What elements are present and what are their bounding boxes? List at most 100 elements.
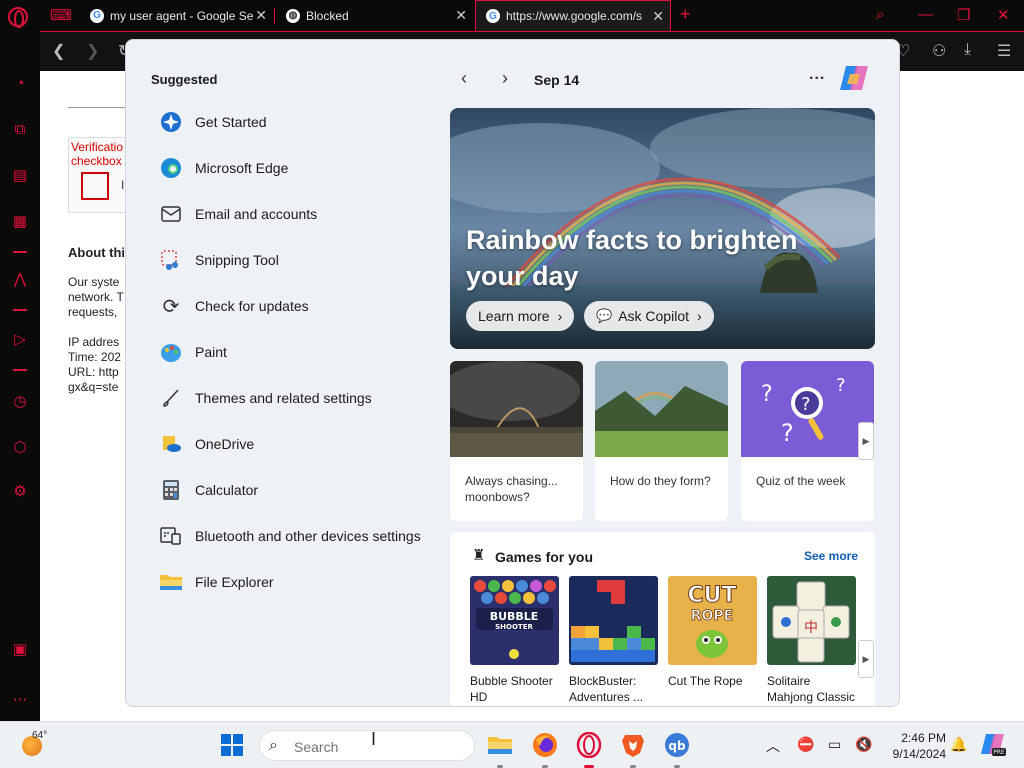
game-tile-bubble-shooter[interactable]: BUBBLE SHOOTER Bubble Shooter HD (470, 576, 559, 705)
suggested-item-themes[interactable]: Themes and related settings (159, 383, 439, 413)
game-tile-blockbuster[interactable]: BlockBuster: Adventures ... (569, 576, 658, 705)
ask-copilot-button[interactable]: 💬 Ask Copilot › (584, 301, 714, 331)
brave-taskbar-icon[interactable] (620, 732, 646, 758)
mail-icon (159, 202, 183, 226)
game-tile-mahjong[interactable]: 中 Solitaire Mahjong Classic (767, 576, 856, 705)
forward-icon[interactable]: ❯ (86, 41, 99, 61)
taskbar-search[interactable]: ⌕ (259, 730, 475, 761)
minimize-icon[interactable]: — (918, 6, 933, 23)
previous-arrow-icon[interactable]: ‹ (461, 68, 467, 89)
back-icon[interactable]: ❮ (52, 41, 65, 61)
game-name: Bubble Shooter HD (470, 674, 553, 704)
search-input[interactable] (294, 738, 464, 756)
network-disconnected-icon[interactable]: ⛔ (797, 736, 814, 753)
tab-2[interactable]: ◍ Blocked ✕ (276, 0, 473, 31)
suggested-item-snipping-tool[interactable]: Snipping Tool (159, 245, 439, 275)
story-caption: Quiz of the week (756, 474, 846, 488)
captcha-label: Verificatio checkbox (71, 140, 124, 168)
menu-icon[interactable]: ☰ (997, 41, 1011, 61)
notification-bell-icon[interactable]: 🔔 (950, 736, 967, 753)
new-tab-button[interactable]: + (680, 4, 691, 25)
hero-story-card[interactable]: Rainbow facts to brighten your day Learn… (450, 108, 875, 349)
copilot-logo-icon[interactable] (838, 64, 870, 92)
system-clock[interactable]: 2:46 PM 9/14/2024 (880, 730, 946, 762)
tab-title: https://www.google.com/s (506, 9, 643, 23)
captcha-checkbox[interactable] (81, 172, 109, 200)
start-button[interactable] (221, 734, 243, 756)
opera-logo-icon[interactable] (8, 7, 28, 28)
speed-dial-icon[interactable]: ◔ (11, 75, 29, 93)
extensions-icon[interactable]: ⬡ (11, 439, 29, 457)
suggested-item-onedrive[interactable]: OneDrive (159, 429, 439, 459)
aria-icon[interactable]: ⋀ (11, 271, 29, 289)
search-tabs-icon[interactable]: ⌕ (876, 6, 884, 23)
firefox-taskbar-icon[interactable] (532, 732, 558, 758)
suggested-item-label: Calculator (195, 482, 259, 498)
brush-icon (159, 386, 183, 410)
next-arrow-icon[interactable]: › (502, 68, 508, 89)
search-flyout-panel: Suggested Get Started Microsoft Edge Ema… (125, 39, 900, 707)
file-explorer-taskbar-icon[interactable] (487, 732, 513, 758)
show-hidden-icons-chevron-icon[interactable]: ︿ (766, 736, 780, 756)
suggested-item-label: Email and accounts (195, 206, 318, 222)
chess-piece-icon: ♜ (472, 547, 486, 564)
story-card-quiz[interactable]: ? ? ? ? Quiz of the week (741, 361, 874, 521)
text-cursor-icon: I (371, 729, 377, 749)
device-icon[interactable]: ▭ (828, 736, 841, 753)
suggested-item-label: Microsoft Edge (195, 160, 289, 176)
gallery-icon[interactable]: ▣ (11, 641, 29, 659)
chevron-right-icon: › (557, 308, 563, 324)
scroll-right-arrow-icon[interactable]: ▶ (858, 422, 874, 460)
game-tile-cut-the-rope[interactable]: CUT ROPE Cut The Rope (668, 576, 757, 689)
account-icon[interactable]: ⚇ (932, 41, 946, 61)
quiz-image: ? ? ? ? (741, 361, 874, 457)
more-options-icon[interactable]: ... (809, 66, 825, 84)
see-more-link[interactable]: See more (804, 549, 858, 563)
onedrive-icon (159, 432, 183, 456)
weather-temperature[interactable]: 64° (32, 730, 47, 741)
opera-gx-taskbar-icon[interactable] (576, 731, 602, 759)
sidebar-divider (13, 251, 27, 253)
discord-icon[interactable]: ▦ (11, 213, 29, 231)
suggested-item-bluetooth[interactable]: Bluetooth and other devices settings (159, 521, 459, 551)
calculator-icon (159, 478, 183, 502)
close-tab-icon[interactable]: ✕ (255, 8, 267, 22)
about-line: network. T (68, 290, 124, 304)
clock-date: 9/14/2024 (892, 747, 946, 761)
suggested-item-edge[interactable]: Microsoft Edge (159, 153, 439, 183)
story-card-rainbow-form[interactable]: How do they form? (595, 361, 728, 521)
close-tab-icon[interactable]: ✕ (652, 9, 664, 23)
suggested-item-check-updates[interactable]: ⟳ Check for updates (159, 291, 439, 321)
tab-menu-icon[interactable]: ⌨ (50, 6, 72, 24)
volume-muted-icon[interactable]: 🔇 (855, 736, 872, 753)
suggested-item-get-started[interactable]: Get Started (159, 107, 439, 137)
sidebar-more-icon[interactable]: ⋯ (11, 691, 29, 709)
suggested-item-email[interactable]: Email and accounts (159, 199, 439, 229)
scroll-right-arrow-icon[interactable]: ▶ (858, 640, 874, 678)
history-icon[interactable]: ◷ (11, 393, 29, 411)
tab-3-active[interactable]: G https://www.google.com/s ✕ (475, 0, 671, 31)
suggested-item-calculator[interactable]: Calculator (159, 475, 439, 505)
windows-logo-icon (221, 734, 231, 744)
story-card-moonbows[interactable]: Always chasing... moonbows? (450, 361, 583, 521)
close-window-icon[interactable]: ✕ (997, 6, 1010, 24)
hero-title: Rainbow facts to brighten your day (466, 225, 798, 291)
gx-corner-icon[interactable]: ⧉ (11, 121, 29, 139)
download-icon[interactable]: ⤓ (964, 41, 971, 59)
restore-icon[interactable]: ❐ (957, 6, 970, 24)
suggested-item-paint[interactable]: Paint (159, 337, 439, 367)
player-icon[interactable]: ▷ (11, 331, 29, 349)
learn-more-button[interactable]: Learn more › (466, 301, 575, 331)
suggested-item-label: OneDrive (195, 436, 255, 452)
close-tab-icon[interactable]: ✕ (455, 8, 467, 22)
suggested-item-label: Check for updates (195, 298, 309, 314)
suggested-item-file-explorer[interactable]: File Explorer (159, 567, 439, 597)
story-caption: How do they form? (610, 474, 711, 488)
settings-gear-icon[interactable]: ⚙ (11, 483, 29, 501)
feed-date: Sep 14 (534, 72, 580, 88)
qbittorrent-taskbar-icon[interactable]: qb (664, 732, 690, 758)
copilot-pre-taskbar-icon[interactable]: PRE (980, 732, 1006, 758)
divider (68, 107, 128, 108)
tab-1[interactable]: G my user agent - Google Se ✕ (80, 0, 273, 31)
twitch-icon[interactable]: ▤ (11, 167, 29, 185)
